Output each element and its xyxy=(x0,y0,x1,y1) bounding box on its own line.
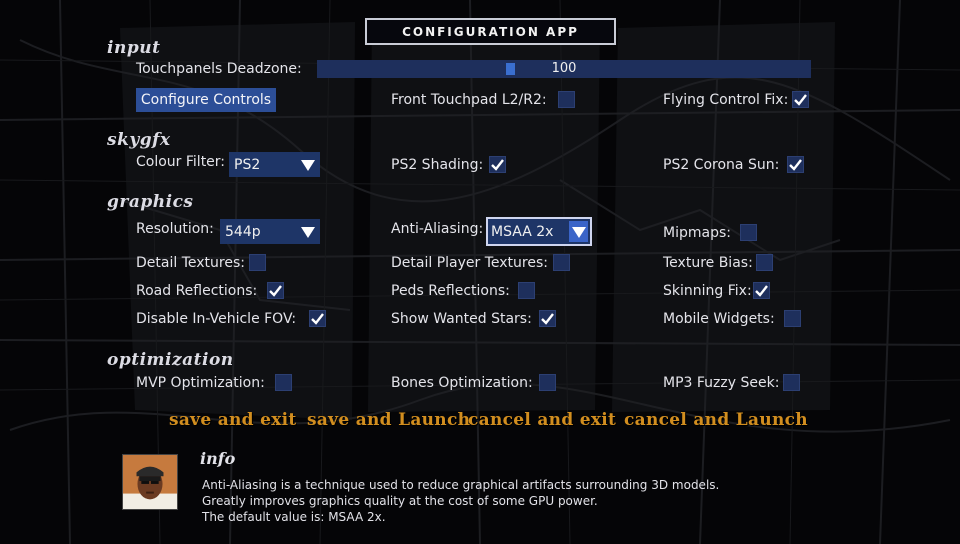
detail-player-label: Detail Player Textures: xyxy=(391,255,548,271)
mipmaps-checkbox[interactable] xyxy=(740,224,757,241)
detail-textures-label: Detail Textures: xyxy=(136,255,245,271)
check-icon xyxy=(755,285,768,297)
info-line-2: Greatly improves graphics quality at the… xyxy=(202,494,598,508)
cj-portrait-avatar xyxy=(122,454,178,510)
aa-value: MSAA 2x xyxy=(491,223,554,240)
app-title: CONFIGURATION APP xyxy=(365,18,616,45)
check-icon xyxy=(491,159,504,171)
check-icon xyxy=(794,94,807,106)
chevron-down-icon xyxy=(298,222,317,241)
chevron-down-icon xyxy=(298,155,317,174)
disable-fov-label: Disable In-Vehicle FOV: xyxy=(136,311,297,327)
configure-controls-button[interactable]: Configure Controls xyxy=(136,88,276,112)
resolution-dropdown[interactable]: 544p xyxy=(220,219,320,244)
ps2-shading-checkbox[interactable] xyxy=(489,156,506,173)
check-icon xyxy=(541,313,554,325)
peds-refl-checkbox[interactable] xyxy=(518,282,535,299)
cancel-and-launch-button[interactable]: cancel and Launch xyxy=(624,410,808,430)
section-graphics-heading: graphics xyxy=(107,192,194,212)
ps2-shading-label: PS2 Shading: xyxy=(391,157,484,173)
section-optimization-heading: optimization xyxy=(107,350,234,370)
deadzone-label: Touchpanels Deadzone: xyxy=(136,61,302,77)
detail-player-checkbox[interactable] xyxy=(553,254,570,271)
flying-fix-label: Flying Control Fix: xyxy=(663,92,789,108)
cancel-and-exit-button[interactable]: cancel and exit xyxy=(468,410,616,430)
check-icon xyxy=(311,313,324,325)
deadzone-value: 100 xyxy=(551,61,577,76)
bones-label: Bones Optimization: xyxy=(391,375,533,391)
resolution-value: 544p xyxy=(225,223,261,240)
wanted-stars-label: Show Wanted Stars: xyxy=(391,311,532,327)
mobile-widgets-label: Mobile Widgets: xyxy=(663,311,775,327)
mipmaps-label: Mipmaps: xyxy=(663,225,731,241)
mp3-checkbox[interactable] xyxy=(783,374,800,391)
ps2-corona-label: PS2 Corona Sun: xyxy=(663,157,780,173)
colour-filter-label: Colour Filter: xyxy=(136,154,226,170)
detail-textures-checkbox[interactable] xyxy=(249,254,266,271)
mvp-checkbox[interactable] xyxy=(275,374,292,391)
front-touchpad-label: Front Touchpad L2/R2: xyxy=(391,92,547,108)
check-icon xyxy=(269,285,282,297)
flying-fix-checkbox[interactable] xyxy=(792,91,809,108)
info-line-3: The default value is: MSAA 2x. xyxy=(202,510,386,524)
skinning-label: Skinning Fix: xyxy=(663,283,752,299)
resolution-label: Resolution: xyxy=(136,221,214,237)
aa-dropdown[interactable]: MSAA 2x xyxy=(486,217,592,246)
info-heading: info xyxy=(200,449,236,468)
skinning-checkbox[interactable] xyxy=(753,282,770,299)
colour-filter-value: PS2 xyxy=(234,156,261,173)
save-and-exit-button[interactable]: save and exit xyxy=(169,410,297,430)
save-and-launch-button[interactable]: save and Launch xyxy=(307,410,470,430)
mp3-label: MP3 Fuzzy Seek: xyxy=(663,375,780,391)
mvp-label: MVP Optimization: xyxy=(136,375,265,391)
road-refl-checkbox[interactable] xyxy=(267,282,284,299)
texture-bias-label: Texture Bias: xyxy=(663,255,753,271)
disable-fov-checkbox[interactable] xyxy=(309,310,326,327)
front-touchpad-checkbox[interactable] xyxy=(558,91,575,108)
peds-refl-label: Peds Reflections: xyxy=(391,283,510,299)
section-input-heading: input xyxy=(107,38,161,58)
deadzone-slider[interactable]: 100 xyxy=(317,60,811,78)
bones-checkbox[interactable] xyxy=(539,374,556,391)
section-skygfx-heading: skygfx xyxy=(107,130,171,150)
mobile-widgets-checkbox[interactable] xyxy=(784,310,801,327)
ps2-corona-checkbox[interactable] xyxy=(787,156,804,173)
road-refl-label: Road Reflections: xyxy=(136,283,258,299)
colour-filter-dropdown[interactable]: PS2 xyxy=(229,152,320,177)
check-icon xyxy=(789,159,802,171)
wanted-stars-checkbox[interactable] xyxy=(539,310,556,327)
info-line-1: Anti-Aliasing is a technique used to red… xyxy=(202,478,720,492)
chevron-down-icon xyxy=(569,221,588,242)
aa-label: Anti-Aliasing: xyxy=(391,221,484,237)
texture-bias-checkbox[interactable] xyxy=(756,254,773,271)
